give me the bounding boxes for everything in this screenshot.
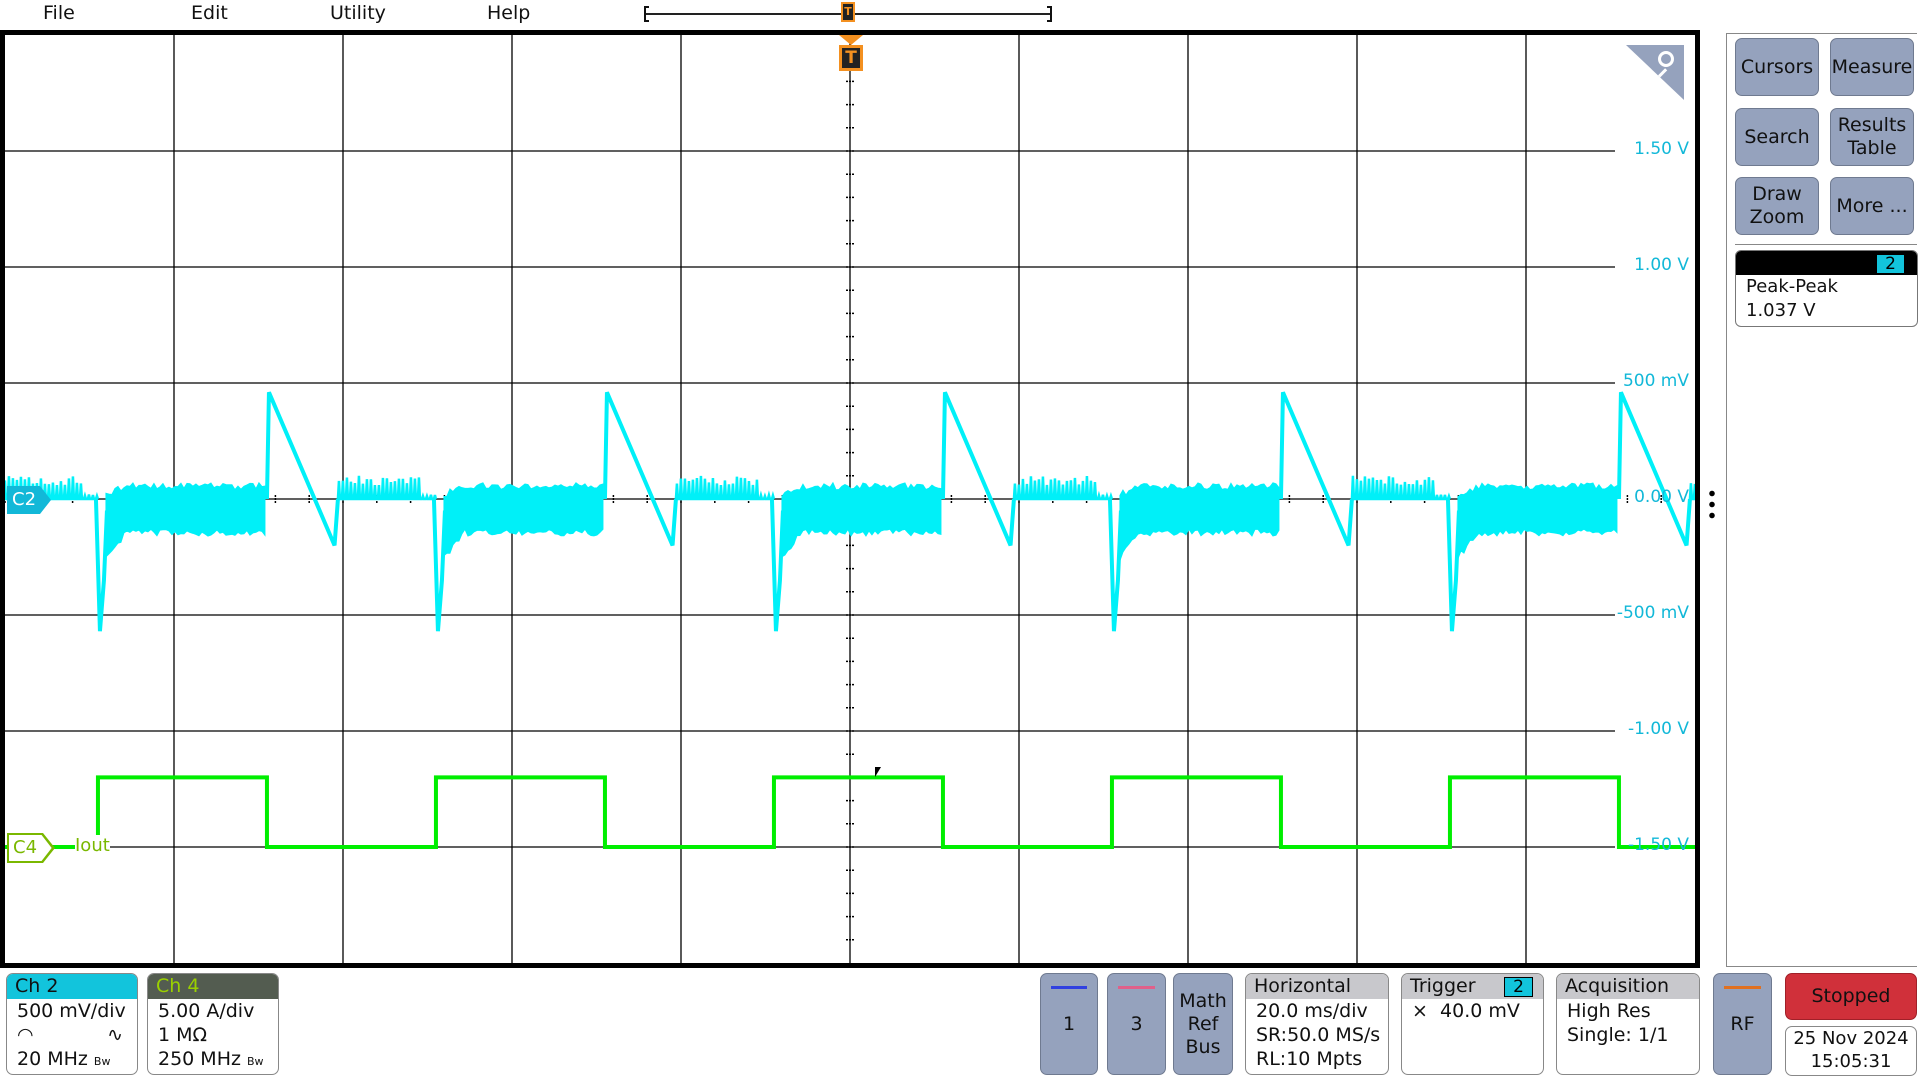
- acquisition-mode: High Res: [1567, 1000, 1651, 1022]
- measurement-source: 2: [1876, 254, 1905, 274]
- measure-button[interactable]: Measure: [1830, 38, 1914, 96]
- record-bracket-left: [644, 6, 649, 22]
- ch1-color-bar: [1051, 986, 1087, 989]
- ch1-label: 1: [1062, 1012, 1076, 1035]
- run-stop-status[interactable]: Stopped: [1785, 973, 1917, 1020]
- menu-help[interactable]: Help: [487, 2, 530, 24]
- ch4-badge[interactable]: Ch 4 5.00 A/div 1 MΩ 250 MHz Bw: [147, 973, 279, 1075]
- rf-color-bar: [1724, 986, 1761, 989]
- trigger-badge[interactable]: Trigger 2 ⨯ 40.0 mV: [1401, 973, 1544, 1075]
- ch4-bandwidth: 250 MHz: [158, 1048, 241, 1070]
- trigger-arrow-icon: [839, 35, 863, 45]
- horizontal-badge[interactable]: Horizontal 20.0 ms/div SR:50.0 MS/s RL:1…: [1245, 973, 1389, 1075]
- ch2-trace-band: [443, 482, 604, 557]
- drag-handle-icon[interactable]: [1709, 488, 1715, 520]
- ch2-trace-dip: [1107, 498, 1123, 632]
- measurement-badge[interactable]: 2 Peak-Peak 1.037 V: [1735, 250, 1918, 327]
- ch2-axis-label: 0.00 V: [1634, 487, 1689, 507]
- time: 15:05:31: [1810, 1051, 1892, 1072]
- ch2-trace-dip: [769, 498, 785, 632]
- ch2-trace-band: [105, 481, 266, 558]
- ch2-trace-ramp: [602, 391, 678, 547]
- ch2-axis-label: 1.50 V: [1634, 139, 1689, 159]
- sample-rate: SR:50.0 MS/s: [1256, 1024, 1381, 1046]
- search-button[interactable]: Search: [1735, 108, 1819, 166]
- edge-trigger-icon: ⨯: [1412, 1000, 1428, 1022]
- ch2-trace-band: [781, 481, 942, 558]
- ch2-scale: 500 mV/div: [17, 1000, 126, 1022]
- divider: [1735, 244, 1917, 245]
- add-ch1-button[interactable]: 1: [1040, 973, 1098, 1075]
- math-ref-bus-button[interactable]: Math Ref Bus: [1173, 973, 1233, 1075]
- more-button[interactable]: More ...: [1830, 177, 1914, 235]
- record-bracket-right: [1047, 6, 1052, 22]
- mouse-pointer-icon: [875, 767, 881, 777]
- ch2-trace-band: [1457, 482, 1618, 559]
- ch4-label: Iout: [75, 835, 110, 856]
- horizontal-title: Horizontal: [1246, 974, 1388, 999]
- ch2-axis-label: -1.50 V: [1627, 835, 1689, 855]
- ch2-trace-dip: [431, 498, 447, 632]
- trigger-source: 2: [1504, 977, 1533, 997]
- ch4-tag-text: C4: [9, 835, 52, 861]
- ch2-trace-ramp: [1616, 391, 1692, 547]
- ch2-bandwidth: 20 MHz: [17, 1048, 88, 1070]
- ch2-trace-dip: [1445, 498, 1461, 632]
- bandwidth-limit-icon: Bw: [93, 1055, 111, 1068]
- ch2-trace-ramp: [264, 391, 340, 547]
- ch2-trace-baseline: [1688, 483, 1695, 501]
- ch2-axis-label: -1.00 V: [1627, 719, 1689, 739]
- ch3-label: 3: [1130, 1012, 1143, 1035]
- side-panel: Cursors Measure Search Results Table Dra…: [1726, 33, 1918, 967]
- ch2-trace-baseline: [336, 475, 438, 501]
- rf-button[interactable]: RF: [1713, 973, 1772, 1075]
- ch2-title: Ch 2: [7, 974, 137, 999]
- coupling-icon: ∿: [107, 1024, 123, 1046]
- draw-zoom-button[interactable]: Draw Zoom: [1735, 177, 1819, 235]
- waveform-display[interactable]: T 1.50 V 1.00 V 500 mV 0.00 V -500 mV -1…: [0, 30, 1700, 968]
- menu-utility[interactable]: Utility: [330, 2, 386, 24]
- date: 25 Nov 2024: [1793, 1028, 1909, 1049]
- results-table-button[interactable]: Results Table: [1830, 108, 1914, 166]
- menu-file[interactable]: File: [43, 2, 75, 24]
- ch2-axis-label: 1.00 V: [1634, 255, 1689, 275]
- menu-edit[interactable]: Edit: [191, 2, 228, 24]
- ch2-axis-label: -500 mV: [1616, 603, 1689, 623]
- measurement-name: Peak-Peak: [1746, 276, 1838, 297]
- cursors-button[interactable]: Cursors: [1735, 38, 1819, 96]
- ch4-title: Ch 4: [148, 974, 278, 999]
- bandwidth-limit-icon: Bw: [247, 1055, 264, 1068]
- rf-label: RF: [1730, 1012, 1755, 1035]
- graticule: [5, 35, 1695, 963]
- ch2-axis-label: 500 mV: [1622, 371, 1689, 391]
- ch2-trace-dip: [93, 498, 109, 632]
- trigger-level: 40.0 mV: [1440, 1000, 1520, 1022]
- ch3-color-bar: [1118, 986, 1155, 989]
- ch2-badge[interactable]: Ch 2 500 mV/div ◠ ∿ 20 MHz Bw: [6, 973, 138, 1075]
- ch2-trace-baseline: [1350, 475, 1452, 501]
- measurement-value: 1.037 V: [1746, 300, 1816, 321]
- trigger-position-marker[interactable]: T: [841, 2, 855, 22]
- ch4-scale: 5.00 A/div: [158, 1000, 255, 1022]
- record-length: RL:10 Mpts: [1256, 1048, 1363, 1070]
- ch4-impedance: 1 MΩ: [158, 1024, 208, 1046]
- acquisition-badge[interactable]: Acquisition High Res Single: 1/1: [1556, 973, 1700, 1075]
- trigger-title: Trigger: [1410, 975, 1476, 997]
- ch2-trace-band: [1119, 482, 1280, 561]
- ch2-trace-baseline: [674, 475, 776, 501]
- ch2-trace-baseline: [1012, 475, 1114, 501]
- record-overview[interactable]: T: [644, 2, 1052, 22]
- date-time[interactable]: 25 Nov 2024 15:05:31: [1785, 1026, 1917, 1076]
- probe-icon: ◠: [17, 1024, 34, 1046]
- acquisition-title: Acquisition: [1557, 974, 1699, 999]
- trigger-marker[interactable]: T: [839, 45, 863, 71]
- ch2-trace-ramp: [1278, 391, 1354, 547]
- acquisition-count: Single: 1/1: [1567, 1024, 1669, 1046]
- horizontal-scale: 20.0 ms/div: [1256, 1000, 1368, 1022]
- add-ch3-button[interactable]: 3: [1107, 973, 1166, 1075]
- ch2-trace-ramp: [940, 391, 1016, 547]
